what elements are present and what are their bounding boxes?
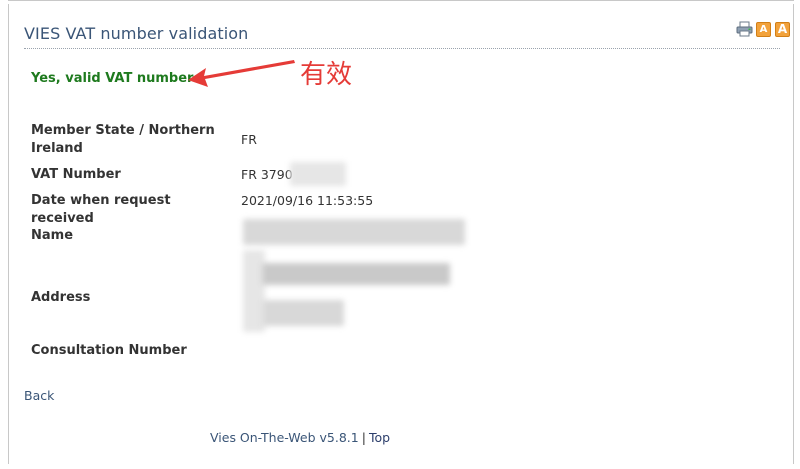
vat-number-redaction: [290, 162, 346, 186]
address-redaction-line1: [262, 263, 450, 285]
page-title: VIES VAT number validation: [24, 24, 249, 43]
member-state-label: Member State / Northern Ireland: [31, 123, 215, 156]
page-tools: A A: [736, 21, 790, 37]
address-redaction-line2: [262, 300, 344, 326]
font-increase-icon[interactable]: A: [775, 21, 790, 37]
address-label: Address: [31, 290, 91, 305]
font-decrease-icon[interactable]: A: [756, 21, 771, 37]
member-state-value: FR: [241, 132, 257, 147]
consultation-number-label: Consultation Number: [31, 343, 187, 358]
validation-result: Yes, valid VAT number: [31, 71, 194, 86]
vat-number-label: VAT Number: [31, 167, 121, 182]
title-divider: [24, 48, 780, 49]
name-redaction: [243, 219, 465, 245]
back-link[interactable]: Back: [24, 388, 54, 403]
annotation-label: 有效: [300, 60, 353, 90]
date-value: 2021/09/16 11:53:55: [241, 193, 374, 208]
printer-icon[interactable]: [736, 21, 753, 37]
footer-separator: |: [361, 430, 366, 445]
name-label: Name: [31, 228, 74, 243]
annotation-arrow-icon: [188, 60, 295, 87]
top-link[interactable]: Top: [369, 430, 390, 445]
vat-number-value: FR 3790: [241, 167, 293, 182]
date-label: Date when request received: [31, 193, 171, 226]
footer: Vies On-The-Web v5.8.1 | Top: [210, 430, 390, 445]
footer-version: Vies On-The-Web v5.8.1: [210, 430, 359, 445]
